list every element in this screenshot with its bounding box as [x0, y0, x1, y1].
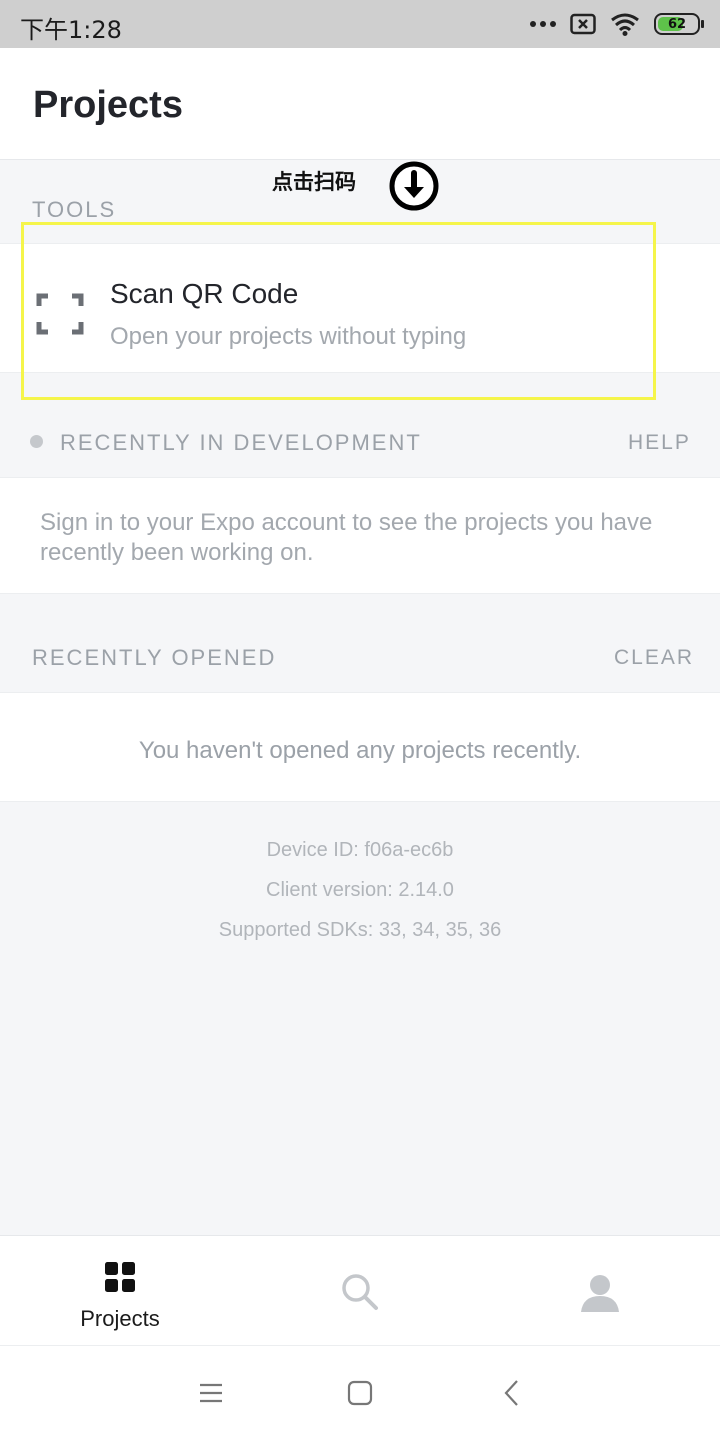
status-bar: 下午1:28 62	[0, 0, 720, 48]
grid-icon	[105, 1262, 135, 1292]
tab-search[interactable]	[240, 1236, 480, 1346]
search-icon	[342, 1274, 378, 1310]
wifi-icon	[611, 13, 639, 36]
tab-bar: Projects	[0, 1235, 720, 1345]
page-title: Projects	[33, 84, 183, 126]
clear-button[interactable]: CLEAR	[614, 646, 694, 670]
sim-x-icon	[570, 13, 596, 35]
menu-icon[interactable]	[196, 1378, 226, 1408]
device-id: Device ID: f06a-ec6b	[266, 839, 454, 861]
tab-projects[interactable]: Projects	[0, 1236, 240, 1346]
supported-sdks: Supported SDKs: 33, 34, 35, 36	[218, 919, 502, 941]
sign-in-message: Sign in to your Expo account to see the …	[40, 509, 653, 566]
back-chevron-icon[interactable]	[497, 1378, 527, 1408]
status-time: 下午1:28	[20, 16, 122, 44]
tab-projects-label: Projects	[80, 1306, 160, 1331]
annotation-label: 点击扫码	[272, 170, 356, 194]
arrow-down-circle-icon	[389, 161, 439, 211]
tab-profile[interactable]	[480, 1236, 720, 1346]
client-version: Client version: 2.14.0	[266, 879, 454, 901]
recent-dev-card: Sign in to your Expo account to see the …	[0, 477, 720, 594]
section-label-recent-dev: RECENTLY IN DEVELOPMENT	[60, 430, 422, 455]
battery-level: 62	[667, 16, 687, 32]
section-label-tools: TOOLS	[32, 197, 117, 222]
app-header: Projects	[0, 48, 720, 160]
help-button[interactable]: HELP	[628, 431, 691, 455]
more-dots-icon	[530, 21, 556, 27]
highlight-box	[21, 222, 656, 400]
status-dot-icon	[30, 435, 43, 448]
battery-icon: 62	[654, 13, 704, 35]
profile-icon	[581, 1275, 619, 1312]
system-nav-bar	[0, 1345, 720, 1440]
status-icons: 62	[530, 12, 704, 36]
no-recent-message: You haven't opened any projects recently…	[138, 737, 582, 764]
recent-opened-card: You haven't opened any projects recently…	[0, 692, 720, 802]
section-label-recent-opened: RECENTLY OPENED	[32, 645, 277, 670]
home-square-icon[interactable]	[345, 1378, 375, 1408]
